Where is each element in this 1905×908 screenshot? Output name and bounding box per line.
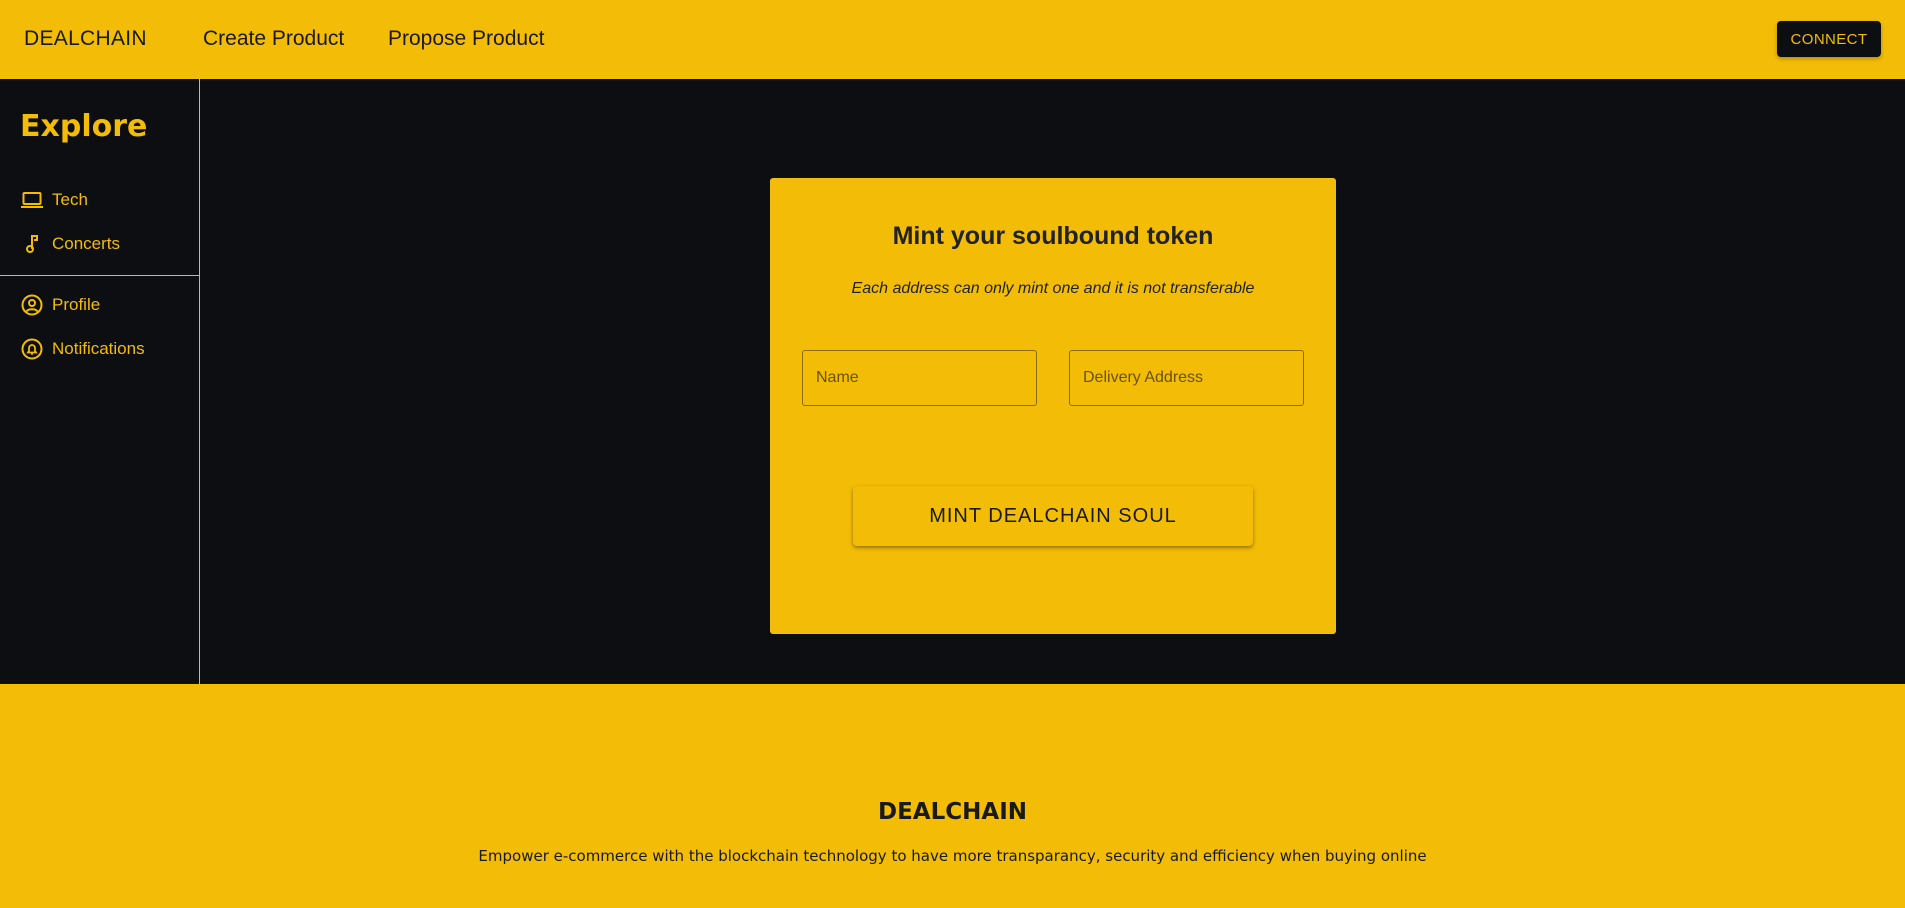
sidebar-item-label: Concerts xyxy=(52,234,121,253)
nav-create-product-link[interactable]: Create Product xyxy=(203,27,344,51)
sidebar: Explore Tech Concerts Profile Notificati… xyxy=(0,79,200,684)
sidebar-item-label: Profile xyxy=(52,295,101,314)
nav-propose-product-link[interactable]: Propose Product xyxy=(388,27,544,51)
sidebar-item-label: Tech xyxy=(52,190,88,209)
sidebar-item-tech[interactable]: Tech xyxy=(20,186,190,214)
account-circle-icon xyxy=(20,293,44,317)
sidebar-item-label: Notifications xyxy=(52,339,145,358)
sidebar-item-profile[interactable]: Profile xyxy=(20,291,190,319)
sidebar-title: Explore xyxy=(20,109,148,144)
sidebar-divider xyxy=(0,275,199,276)
top-navbar: DEALCHAIN Create Product Propose Product… xyxy=(0,0,1905,79)
footer: DEALCHAIN Empower e-commerce with the bl… xyxy=(0,684,1905,908)
name-input[interactable] xyxy=(802,350,1037,406)
delivery-address-input[interactable] xyxy=(1069,350,1304,406)
mint-soul-button[interactable]: MINT DEALCHAIN SOUL xyxy=(853,486,1253,546)
connect-button[interactable]: CONNECT xyxy=(1777,21,1881,57)
music-note-icon xyxy=(20,232,44,256)
mint-card-title: Mint your soulbound token xyxy=(892,222,1214,250)
footer-title: DEALCHAIN xyxy=(878,799,1027,825)
bell-circle-icon xyxy=(20,337,44,361)
mint-card-subtitle: Each address can only mint one and it is… xyxy=(851,280,1255,297)
laptop-icon xyxy=(20,188,44,212)
footer-tagline: Empower e-commerce with the blockchain t… xyxy=(478,847,1427,865)
mint-card: Mint your soulbound token Each address c… xyxy=(770,178,1336,634)
brand-logo-text[interactable]: DEALCHAIN xyxy=(24,27,147,51)
sidebar-item-concerts[interactable]: Concerts xyxy=(20,230,190,258)
sidebar-item-notifications[interactable]: Notifications xyxy=(20,335,190,363)
